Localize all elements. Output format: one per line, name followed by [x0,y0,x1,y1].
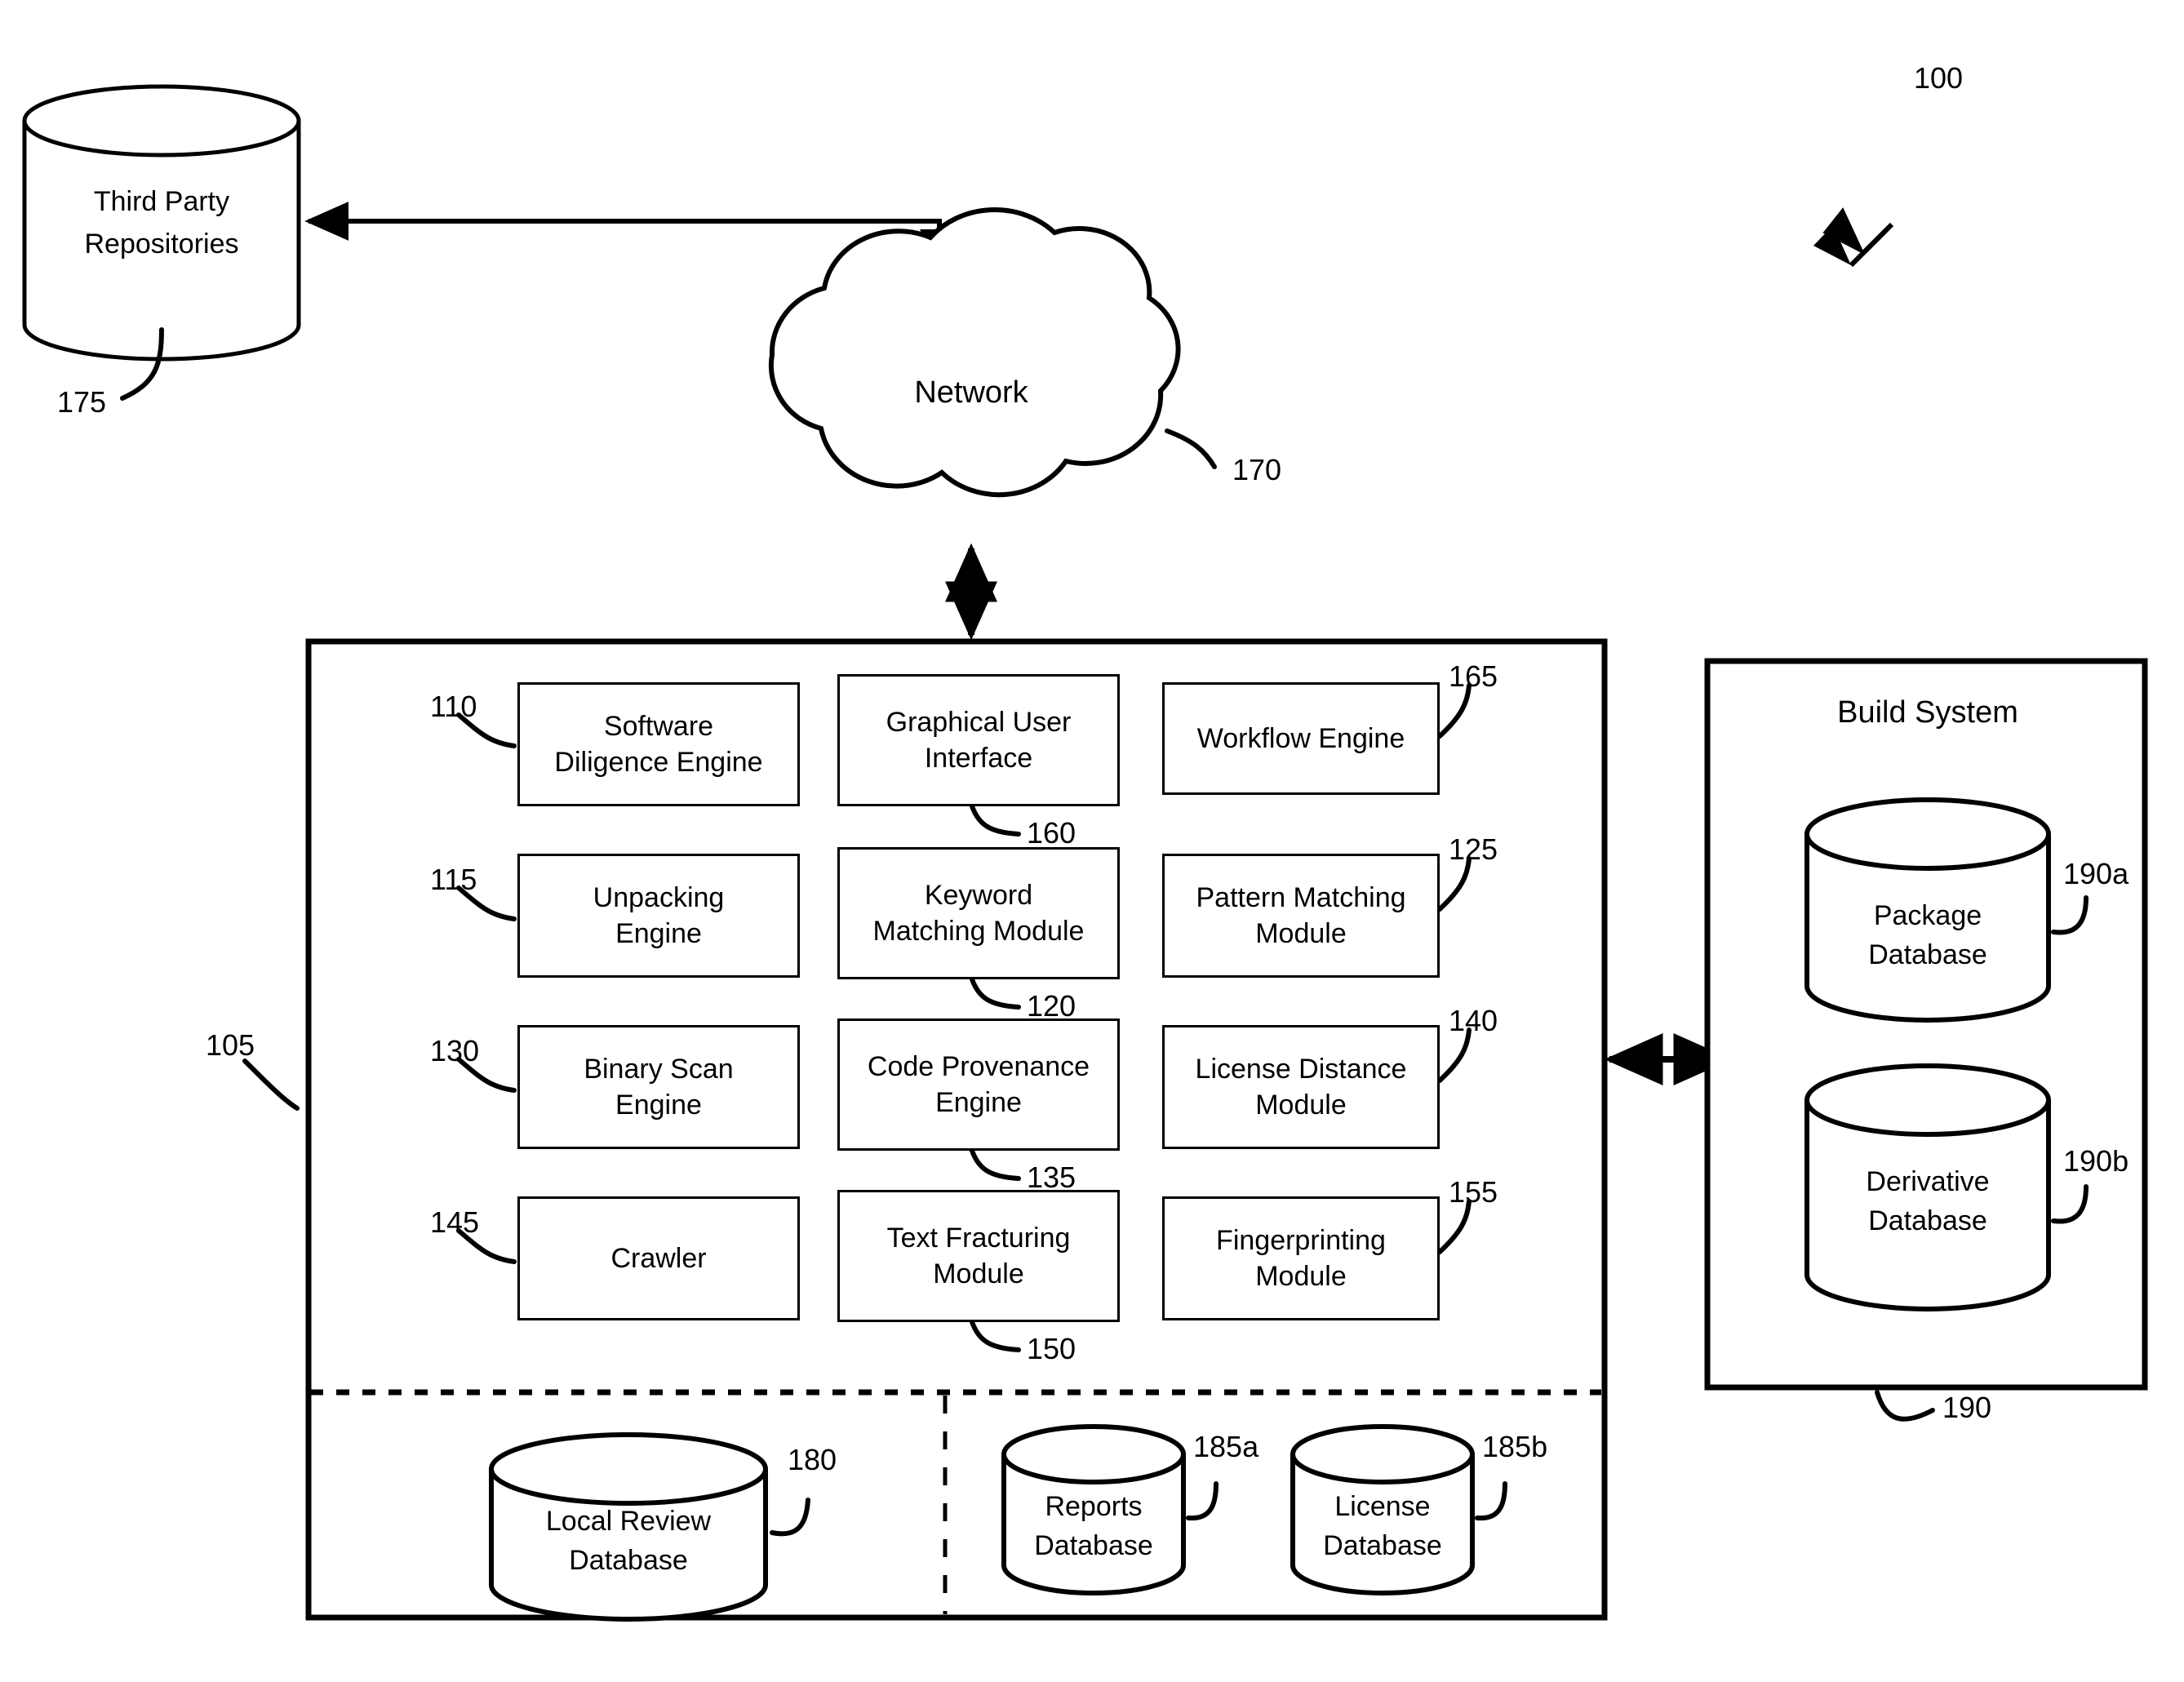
diagram-vector-layer [22,84,2148,1622]
network-cloud [768,207,1181,498]
ref-140: 140 [1449,1004,1498,1037]
ref-175: 175 [57,385,107,419]
ref-leader-105 [242,1058,300,1111]
ref-155: 155 [1449,1175,1498,1209]
module-text-fracturing-module[interactable]: Text Fracturing Module [837,1190,1120,1322]
figure-ref-100: 100 [1914,61,1964,95]
module-code-provenance-engine[interactable]: Code Provenance Engine [837,1019,1120,1151]
third-party-repositories-label-line1: Third Party [93,186,230,217]
module-binary-scan-engine[interactable]: Binary Scan Engine [517,1025,800,1149]
module-workflow-engine[interactable]: Workflow Engine [1162,682,1440,795]
build-system-title: Build System [1837,695,2018,730]
module-label-line1: Software [603,710,714,742]
reports-database-label-line2: Database [1034,1530,1153,1561]
ref-150: 150 [1027,1332,1076,1365]
module-label-line1: Pattern Matching [1196,881,1406,913]
ref-110: 110 [430,690,477,723]
module-fingerprinting-module[interactable]: Fingerprinting Module [1162,1196,1440,1320]
local-review-database-label-line1: Local Review [545,1506,712,1537]
module-keyword-matching-module[interactable]: Keyword Matching Module [837,847,1120,979]
ref-190: 190 [1942,1391,1992,1424]
module-label-line1: Graphical User [886,706,1072,738]
module-label-line1: Crawler [610,1242,707,1274]
ref-125: 125 [1449,832,1498,866]
ref-115: 115 [430,863,477,896]
module-software-diligence-engine[interactable]: Software Diligence Engine [517,682,800,806]
third-party-repositories-label-line2: Repositories [84,229,239,260]
ref-leader-170 [1165,428,1217,469]
ref-160: 160 [1027,816,1076,850]
module-label-line1: Unpacking [593,881,725,913]
license-database-label-line2: Database [1323,1530,1442,1561]
module-license-distance-module[interactable]: License Distance Module [1162,1025,1440,1149]
module-label-line1: Code Provenance [867,1050,1090,1082]
ref-145: 145 [430,1205,480,1239]
module-label-line2: Matching Module [872,916,1085,947]
module-label-line2: Engine [935,1087,1022,1118]
module-label-line1: Fingerprinting [1216,1224,1386,1256]
ref-190b: 190b [2063,1144,2129,1178]
module-label-line2: Engine [615,918,702,949]
module-label-line1: Workflow Engine [1196,722,1405,754]
package-database-label-line1: Package [1873,900,1982,931]
module-label-line2: Interface [924,743,1033,774]
module-graphical-user-interface[interactable]: Graphical User Interface [837,674,1120,806]
module-label-line1: Keyword [924,879,1033,911]
package-database-label-line2: Database [1868,939,1987,970]
ref-105: 105 [206,1028,255,1062]
license-database-label-line1: License [1334,1491,1431,1522]
ref-185b: 185b [1482,1430,1548,1463]
ref-190a: 190a [2063,857,2129,890]
module-label-line2: Module [1255,1261,1347,1292]
module-label-line2: Engine [615,1090,702,1121]
network-label: Network [914,375,1028,410]
module-label-line2: Diligence Engine [554,747,763,778]
ref-leader-190 [1875,1390,1935,1422]
module-label-line2: Module [1255,1090,1347,1121]
local-review-database-label-line2: Database [569,1545,688,1576]
reports-database-label-line1: Reports [1045,1491,1143,1522]
ref-165: 165 [1449,659,1498,693]
ref-180: 180 [788,1443,837,1476]
derivative-database-label-line2: Database [1868,1205,1987,1236]
derivative-database-label-line1: Derivative [1866,1166,1990,1197]
module-label-line2: Module [933,1258,1024,1289]
module-pattern-matching-module[interactable]: Pattern Matching Module [1162,854,1440,978]
module-label-line2: Module [1255,918,1347,949]
third-party-repositories-cylinder [22,84,301,362]
ref-185a: 185a [1193,1430,1259,1463]
module-label-line1: License Distance [1195,1053,1407,1085]
ref-130: 130 [430,1034,480,1067]
module-crawler[interactable]: Crawler [517,1196,800,1320]
module-unpacking-engine[interactable]: Unpacking Engine [517,854,800,978]
module-label-line1: Text Fracturing [886,1222,1071,1254]
module-label-line1: Binary Scan [584,1053,734,1085]
patent-figure-canvas: 100 Third Party Repositories 175 Network… [0,0,2184,1682]
ref-170: 170 [1232,453,1282,486]
